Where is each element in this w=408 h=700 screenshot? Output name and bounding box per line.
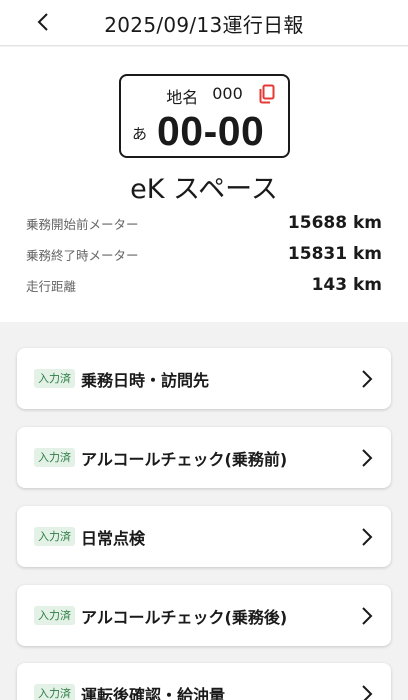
section-card-alcohol-after[interactable]: 入力済 アルコールチェック(乗務後) [17,585,391,646]
section-label: アルコールチェック(乗務後) [81,607,288,627]
chevron-right-icon [362,370,373,388]
copy-icon[interactable] [259,84,275,104]
status-badge: 入力済 [34,606,75,625]
plate-class-number: 000 [212,84,243,103]
section-label: 運転後確認・給油量 [81,685,226,700]
section-label: アルコールチェック(乗務前) [81,449,288,469]
meter-start-label: 乗務開始前メーター [26,216,139,232]
meter-start-row: 乗務開始前メーター 15688 km [26,211,382,235]
chevron-right-icon [362,449,373,467]
page-title: 2025/09/13運行日報 [104,13,304,37]
meter-end-value: 15831 km [287,244,382,264]
distance-value: 143 km [311,275,382,295]
status-badge: 入力済 [34,527,75,546]
meter-end-row: 乗務終了時メーター 15831 km [26,242,382,266]
chevron-right-icon [362,528,373,546]
meter-end-label: 乗務終了時メーター [26,247,139,263]
distance-label: 走行距離 [26,278,77,294]
license-plate: 地名 000 あ 00-00 [119,74,290,158]
vehicle-name: eK スペース [130,174,278,205]
section-label: 日常点検 [81,528,146,548]
app-header: 2025/09/13運行日報 [0,0,408,46]
vehicle-summary: 地名 000 あ 00-00 eK スペース 乗務開始前メーター 15688 k… [0,47,408,322]
meter-start-value: 15688 km [287,213,382,233]
plate-number: 00-00 [157,108,265,154]
distance-row: 走行距離 143 km [26,273,382,297]
section-card-post-drive-check[interactable]: 入力済 運転後確認・給油量 [17,663,391,700]
status-badge: 入力済 [34,448,75,467]
status-badge: 入力済 [34,369,75,388]
section-card-trip-datetime[interactable]: 入力済 乗務日時・訪問先 [17,348,391,409]
plate-kana: あ [132,125,148,143]
chevron-right-icon [362,607,373,625]
plate-region: 地名 [166,88,199,107]
status-badge: 入力済 [34,684,75,700]
section-card-alcohol-before[interactable]: 入力済 アルコールチェック(乗務前) [17,427,391,488]
chevron-right-icon [362,685,373,700]
section-label: 乗務日時・訪問先 [81,370,210,390]
section-card-daily-inspection[interactable]: 入力済 日常点検 [17,506,391,567]
